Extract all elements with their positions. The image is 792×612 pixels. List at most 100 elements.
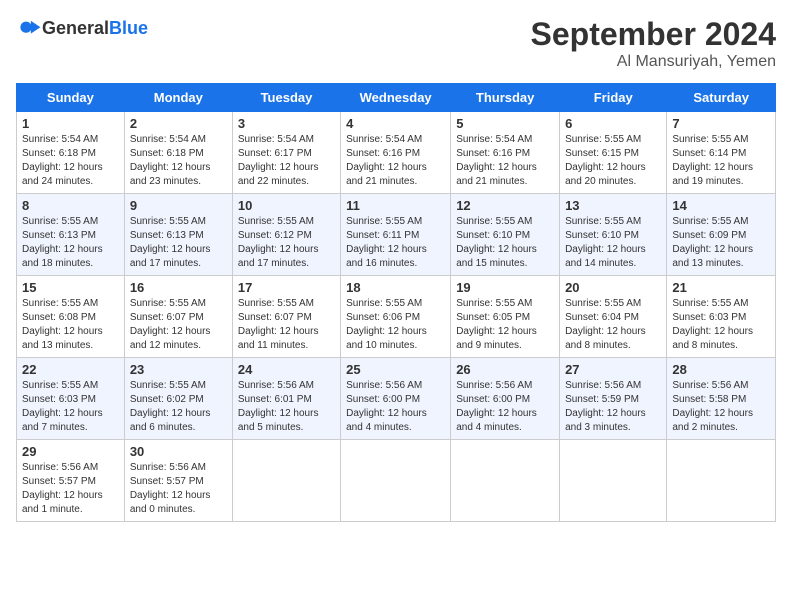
day-detail: Sunrise: 5:54 AMSunset: 6:18 PMDaylight:… (130, 133, 227, 189)
calendar-cell: 24Sunrise: 5:56 AMSunset: 6:01 PMDayligh… (232, 358, 340, 440)
logo: General Blue (16, 16, 148, 40)
day-number: 28 (672, 362, 770, 377)
calendar-cell: 21 Sunrise: 5:55 AMSunset: 6:03 PMDayligh… (667, 276, 776, 358)
day-number: 9 (130, 198, 227, 213)
day-number: 3 (238, 116, 335, 131)
calendar-cell: 16 Sunrise: 5:55 AMSunset: 6:07 PMDayligh… (124, 276, 232, 358)
day-number: 13 (565, 198, 661, 213)
day-detail: Sunrise: 5:55 AMSunset: 6:07 PMDaylight:… (130, 297, 227, 353)
day-detail: Sunrise: 5:56 AMSunset: 6:01 PMDaylight:… (238, 379, 335, 435)
calendar-cell: 22 Sunrise: 5:55 AMSunset: 6:03 PMDayligh… (17, 358, 125, 440)
day-number: 22 (22, 362, 119, 377)
calendar-cell: 1 Sunrise: 5:54 AMSunset: 6:18 PMDaylight… (17, 112, 125, 194)
day-detail: Sunrise: 5:55 AMSunset: 6:15 PMDaylight:… (565, 133, 661, 189)
header-thursday: Thursday (451, 84, 560, 112)
day-detail: Sunrise: 5:55 AMSunset: 6:03 PMDaylight:… (672, 297, 770, 353)
calendar-cell: 2 Sunrise: 5:54 AMSunset: 6:18 PMDaylight… (124, 112, 232, 194)
day-number: 16 (130, 280, 227, 295)
day-detail: Sunrise: 5:55 AMSunset: 6:13 PMDaylight:… (130, 215, 227, 271)
day-number: 23 (130, 362, 227, 377)
calendar-cell: 29Sunrise: 5:56 AMSunset: 5:57 PMDayligh… (17, 440, 125, 522)
day-detail: Sunrise: 5:55 AMSunset: 6:14 PMDaylight:… (672, 133, 770, 189)
day-detail: Sunrise: 5:55 AMSunset: 6:04 PMDaylight:… (565, 297, 661, 353)
day-detail: Sunrise: 5:56 AMSunset: 5:57 PMDaylight:… (130, 461, 227, 517)
day-detail: Sunrise: 5:55 AMSunset: 6:13 PMDaylight:… (22, 215, 119, 271)
day-detail: Sunrise: 5:54 AMSunset: 6:18 PMDaylight:… (22, 133, 119, 189)
header-friday: Friday (560, 84, 667, 112)
calendar-cell: 27Sunrise: 5:56 AMSunset: 5:59 PMDayligh… (560, 358, 667, 440)
logo-icon (18, 16, 42, 40)
calendar-cell: 20 Sunrise: 5:55 AMSunset: 6:04 PMDayligh… (560, 276, 667, 358)
day-number: 26 (456, 362, 554, 377)
day-detail: Sunrise: 5:55 AMSunset: 6:10 PMDaylight:… (456, 215, 554, 271)
day-number: 15 (22, 280, 119, 295)
header-monday: Monday (124, 84, 232, 112)
calendar-cell: 19 Sunrise: 5:55 AMSunset: 6:05 PMDayligh… (451, 276, 560, 358)
day-detail: Sunrise: 5:55 AMSunset: 6:02 PMDaylight:… (130, 379, 227, 435)
calendar-cell: 4 Sunrise: 5:54 AMSunset: 6:16 PMDaylight… (341, 112, 451, 194)
header-saturday: Saturday (667, 84, 776, 112)
day-detail: Sunrise: 5:54 AMSunset: 6:16 PMDaylight:… (456, 133, 554, 189)
calendar-week-1: 1 Sunrise: 5:54 AMSunset: 6:18 PMDaylight… (17, 112, 776, 194)
calendar-cell: 14 Sunrise: 5:55 AMSunset: 6:09 PMDayligh… (667, 194, 776, 276)
calendar-cell: 11 Sunrise: 5:55 AMSunset: 6:11 PMDayligh… (341, 194, 451, 276)
calendar-cell (667, 440, 776, 522)
calendar-cell: 6 Sunrise: 5:55 AMSunset: 6:15 PMDaylight… (560, 112, 667, 194)
calendar-cell: 18 Sunrise: 5:55 AMSunset: 6:06 PMDayligh… (341, 276, 451, 358)
day-number: 2 (130, 116, 227, 131)
calendar-cell: 17 Sunrise: 5:55 AMSunset: 6:07 PMDayligh… (232, 276, 340, 358)
calendar-cell (451, 440, 560, 522)
day-detail: Sunrise: 5:55 AMSunset: 6:09 PMDaylight:… (672, 215, 770, 271)
day-detail: Sunrise: 5:55 AMSunset: 6:10 PMDaylight:… (565, 215, 661, 271)
day-detail: Sunrise: 5:55 AMSunset: 6:03 PMDaylight:… (22, 379, 119, 435)
calendar-cell: 26 Sunrise: 5:56 AMSunset: 6:00 PMDayligh… (451, 358, 560, 440)
day-detail: Sunrise: 5:54 AMSunset: 6:17 PMDaylight:… (238, 133, 335, 189)
calendar-cell (560, 440, 667, 522)
header-tuesday: Tuesday (232, 84, 340, 112)
day-detail: Sunrise: 5:55 AMSunset: 6:06 PMDaylight:… (346, 297, 445, 353)
calendar-week-5: 29Sunrise: 5:56 AMSunset: 5:57 PMDayligh… (17, 440, 776, 522)
calendar-week-3: 15Sunrise: 5:55 AMSunset: 6:08 PMDayligh… (17, 276, 776, 358)
day-number: 7 (672, 116, 770, 131)
header-sunday: Sunday (17, 84, 125, 112)
calendar-cell (232, 440, 340, 522)
day-detail: Sunrise: 5:55 AMSunset: 6:07 PMDaylight:… (238, 297, 335, 353)
day-detail: Sunrise: 5:55 AMSunset: 6:05 PMDaylight:… (456, 297, 554, 353)
title-area: September 2024 Al Mansuriyah, Yemen (531, 16, 776, 71)
day-number: 1 (22, 116, 119, 131)
month-year-title: September 2024 (531, 16, 776, 53)
day-detail: Sunrise: 5:56 AMSunset: 6:00 PMDaylight:… (346, 379, 445, 435)
day-number: 10 (238, 198, 335, 213)
day-number: 4 (346, 116, 445, 131)
calendar-cell: 13 Sunrise: 5:55 AMSunset: 6:10 PMDayligh… (560, 194, 667, 276)
day-number: 14 (672, 198, 770, 213)
day-number: 11 (346, 198, 445, 213)
day-detail: Sunrise: 5:56 AMSunset: 5:57 PMDaylight:… (22, 461, 119, 517)
calendar-week-4: 22 Sunrise: 5:55 AMSunset: 6:03 PMDayligh… (17, 358, 776, 440)
day-number: 19 (456, 280, 554, 295)
day-detail: Sunrise: 5:55 AMSunset: 6:11 PMDaylight:… (346, 215, 445, 271)
day-number: 17 (238, 280, 335, 295)
day-detail: Sunrise: 5:56 AMSunset: 6:00 PMDaylight:… (456, 379, 554, 435)
day-detail: Sunrise: 5:54 AMSunset: 6:16 PMDaylight:… (346, 133, 445, 189)
day-number: 20 (565, 280, 661, 295)
calendar-cell: 7 Sunrise: 5:55 AMSunset: 6:14 PMDaylight… (667, 112, 776, 194)
day-detail: Sunrise: 5:55 AMSunset: 6:12 PMDaylight:… (238, 215, 335, 271)
calendar-cell: 25 Sunrise: 5:56 AMSunset: 6:00 PMDayligh… (341, 358, 451, 440)
calendar-table: SundayMondayTuesdayWednesdayThursdayFrid… (16, 83, 776, 522)
page-header: General Blue September 2024 Al Mansuriya… (16, 16, 776, 71)
calendar-cell: 30 Sunrise: 5:56 AMSunset: 5:57 PMDayligh… (124, 440, 232, 522)
day-number: 30 (130, 444, 227, 459)
calendar-cell: 3 Sunrise: 5:54 AMSunset: 6:17 PMDaylight… (232, 112, 340, 194)
day-number: 8 (22, 198, 119, 213)
calendar-cell: 5Sunrise: 5:54 AMSunset: 6:16 PMDaylight… (451, 112, 560, 194)
calendar-cell: 9 Sunrise: 5:55 AMSunset: 6:13 PMDaylight… (124, 194, 232, 276)
day-number: 6 (565, 116, 661, 131)
day-number: 21 (672, 280, 770, 295)
day-number: 18 (346, 280, 445, 295)
calendar-cell: 23 Sunrise: 5:55 AMSunset: 6:02 PMDayligh… (124, 358, 232, 440)
calendar-cell: 8 Sunrise: 5:55 AMSunset: 6:13 PMDaylight… (17, 194, 125, 276)
calendar-cell: 28Sunrise: 5:56 AMSunset: 5:58 PMDayligh… (667, 358, 776, 440)
calendar-header-row: SundayMondayTuesdayWednesdayThursdayFrid… (17, 84, 776, 112)
day-number: 25 (346, 362, 445, 377)
